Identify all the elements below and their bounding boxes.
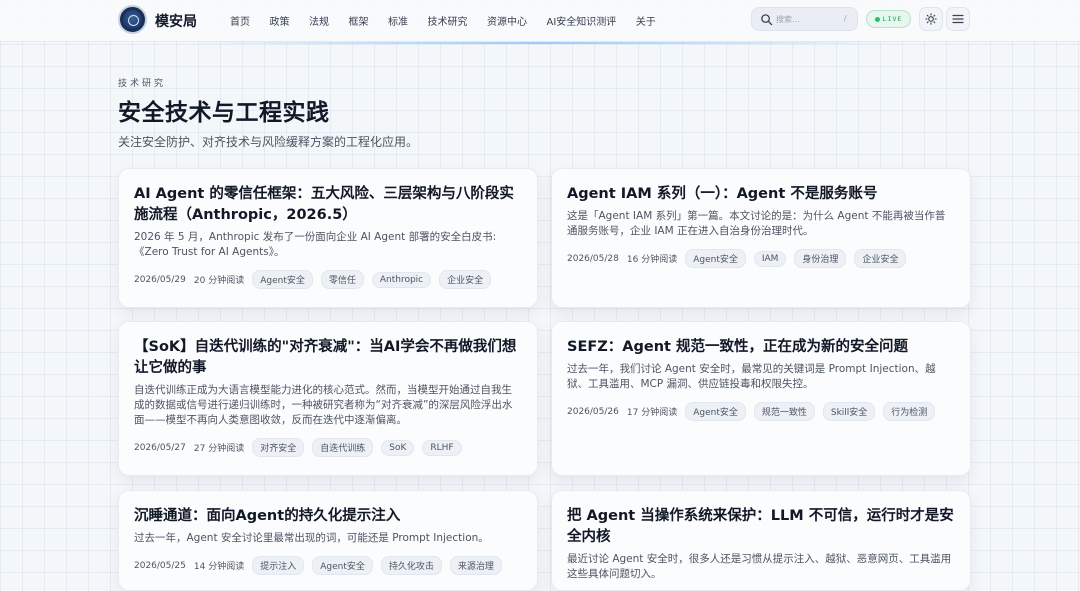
article-meta: 2026/05/29 20 分钟阅读 Agent安全 零信任 Anthropic…: [134, 270, 522, 289]
article-tag[interactable]: IAM: [753, 250, 787, 267]
article-date: 2026/05/25: [134, 560, 186, 571]
nav-item-home[interactable]: 首页: [230, 13, 250, 28]
article-tag[interactable]: 来源治理: [449, 556, 502, 575]
hamburger-menu-icon: [952, 14, 964, 24]
article-summary: 过去一年，我们讨论 Agent 安全时，最常见的关键词是 Prompt Inje…: [567, 363, 936, 390]
nav-item-about[interactable]: 关于: [636, 13, 656, 28]
article-read-time: 16 分钟阅读: [626, 255, 678, 265]
article-tag[interactable]: 零信任: [320, 270, 364, 289]
article-summary: 最近讨论 Agent 安全时，很多人还是习惯从提示注入、越狱、恶意网页、工具滥用…: [567, 553, 952, 580]
search-input[interactable]: [776, 11, 836, 27]
article-tag[interactable]: 行为检测: [883, 402, 936, 421]
sun-icon: [925, 13, 937, 25]
emblem-logo[interactable]: [118, 5, 147, 34]
nav-item-ai-quiz[interactable]: AI安全知识测评: [547, 13, 617, 28]
article-title[interactable]: 【SoK】自迭代训练的"对齐衰减"：当AI学会不再做我们想让它做的事: [134, 337, 522, 379]
article-tag[interactable]: SoK: [381, 439, 415, 456]
article-tag[interactable]: 提示注入: [252, 556, 305, 575]
search-icon: [761, 14, 773, 26]
live-dot-icon: [874, 16, 880, 22]
article-read-time: 27 分钟阅读: [193, 444, 245, 454]
article-summary: 过去一年，Agent 安全讨论里最常出现的词，可能还是 Prompt Injec…: [134, 532, 489, 544]
article-tag[interactable]: 身份治理: [794, 249, 847, 268]
article-meta: 2026/05/27 27 分钟阅读 对齐安全 自迭代训练 SoK RLHF: [134, 438, 522, 457]
article-tag[interactable]: 企业安全: [854, 249, 907, 268]
article-read-time: 20 分钟阅读: [193, 276, 245, 286]
article-read-time: 14 分钟阅读: [193, 562, 245, 572]
search-shortcut-hint: /: [844, 14, 847, 23]
article-card[interactable]: SEFZ：Agent 规范一致性，正在成为新的安全问题 过去一年，我们讨论 Ag…: [551, 321, 971, 476]
section-eyebrow: 技术研究: [118, 79, 167, 89]
nav-item-standards[interactable]: 标准: [388, 13, 408, 28]
article-title[interactable]: 沉睡通道：面向Agent的持久化提示注入: [134, 506, 522, 527]
article-date: 2026/05/27: [134, 442, 186, 453]
nav-item-regulations[interactable]: 法规: [309, 13, 329, 28]
article-tag[interactable]: 自迭代训练: [312, 438, 374, 457]
article-title[interactable]: Agent IAM 系列（一）：Agent 不是服务账号: [567, 184, 955, 205]
article-tag[interactable]: 企业安全: [439, 270, 492, 289]
nav-item-tech-research[interactable]: 技术研究: [428, 13, 468, 28]
live-status-badge: LIVE: [866, 10, 911, 28]
menu-button[interactable]: [946, 7, 970, 31]
live-label: LIVE: [882, 15, 903, 23]
article-card[interactable]: 把 Agent 当操作系统来保护：LLM 不可信，运行时才是安全内核 最近讨论 …: [551, 490, 971, 591]
brand-name[interactable]: 模安局: [155, 11, 197, 31]
article-tag[interactable]: Agent安全: [252, 270, 313, 289]
article-tag[interactable]: Anthropic: [371, 271, 432, 288]
article-date: 2026/05/29: [134, 274, 186, 285]
article-title[interactable]: SEFZ：Agent 规范一致性，正在成为新的安全问题: [567, 337, 955, 358]
article-card[interactable]: AI Agent 的零信任框架：五大风险、三层架构与八阶段实施流程（Anthro…: [118, 168, 538, 308]
nav-item-frameworks[interactable]: 框架: [349, 13, 369, 28]
top-navigation-bar: 模安局 首页 政策 法规 框架 标准 技术研究 资源中心 AI安全知识测评 关于…: [0, 0, 1080, 42]
article-title[interactable]: AI Agent 的零信任框架：五大风险、三层架构与八阶段实施流程（Anthro…: [134, 184, 522, 226]
article-title[interactable]: 把 Agent 当操作系统来保护：LLM 不可信，运行时才是安全内核: [567, 506, 955, 548]
article-summary: 这是「Agent IAM 系列」第一篇。本文讨论的是：为什么 Agent 不能再…: [567, 210, 946, 237]
article-meta: 2026/05/26 17 分钟阅读 Agent安全 规范一致性 Skill安全…: [567, 402, 955, 421]
article-card[interactable]: 沉睡通道：面向Agent的持久化提示注入 过去一年，Agent 安全讨论里最常出…: [118, 490, 538, 591]
article-date: 2026/05/28: [567, 253, 619, 264]
article-summary: 2026 年 5 月，Anthropic 发布了一份面向企业 AI Agent …: [134, 231, 497, 258]
article-tag[interactable]: RLHF: [422, 439, 462, 456]
search-box[interactable]: /: [751, 7, 858, 31]
article-tag[interactable]: 规范一致性: [753, 402, 815, 421]
theme-toggle-button[interactable]: [919, 7, 943, 31]
article-tag[interactable]: 对齐安全: [252, 438, 305, 457]
article-card[interactable]: 【SoK】自迭代训练的"对齐衰减"：当AI学会不再做我们想让它做的事 自迭代训练…: [118, 321, 538, 476]
article-tag[interactable]: Skill安全: [822, 402, 876, 421]
main-nav: 首页 政策 法规 框架 标准 技术研究 资源中心 AI安全知识测评 关于: [230, 13, 675, 28]
article-meta: 2026/05/28 16 分钟阅读 Agent安全 IAM 身份治理 企业安全: [567, 249, 955, 268]
article-tag[interactable]: Agent安全: [685, 402, 746, 421]
nav-item-resources[interactable]: 资源中心: [487, 13, 527, 28]
article-read-time: 17 分钟阅读: [626, 408, 678, 418]
article-card[interactable]: Agent IAM 系列（一）：Agent 不是服务账号 这是「Agent IA…: [551, 168, 971, 308]
article-tag[interactable]: Agent安全: [312, 556, 373, 575]
page-description: 关注安全防护、对齐技术与风险缓释方案的工程化应用。: [118, 135, 419, 149]
article-meta: 2026/05/25 14 分钟阅读 提示注入 Agent安全 持久化攻击 来源…: [134, 556, 522, 575]
nav-item-policy[interactable]: 政策: [270, 13, 290, 28]
article-tag[interactable]: Agent安全: [685, 249, 746, 268]
article-tag[interactable]: 持久化攻击: [380, 556, 442, 575]
header-accent-line: [180, 42, 900, 44]
article-date: 2026/05/26: [567, 406, 619, 417]
page-title: 安全技术与工程实践: [118, 100, 330, 126]
article-summary: 自迭代训练正成为大语言模型能力进化的核心范式。然而，当模型开始通过自我生成的数据…: [134, 384, 513, 426]
